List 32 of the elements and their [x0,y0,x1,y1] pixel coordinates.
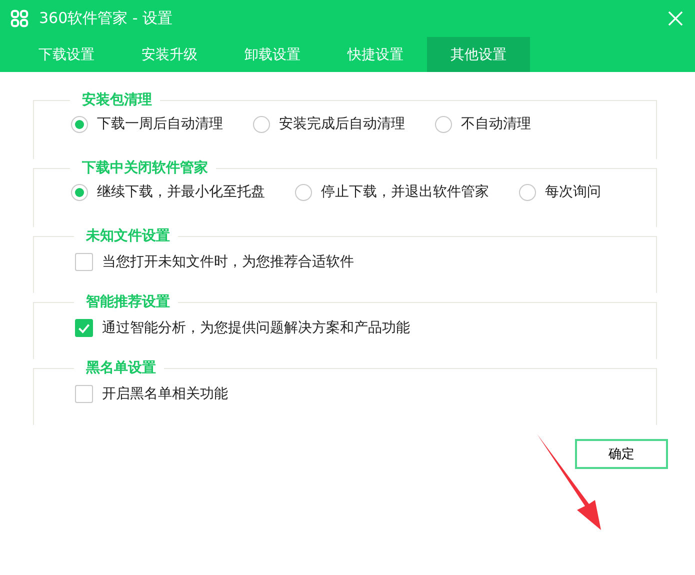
checkbox[interactable] [75,385,93,403]
radio-button[interactable] [435,116,452,132]
tab[interactable]: 下载设置 [15,37,118,72]
option-label: 下载一周后自动清理 [97,115,223,133]
option-label: 停止下载，并退出软件管家 [321,183,489,201]
checkbox[interactable] [75,253,93,271]
section-title: 下载中关闭软件管家 [81,159,209,177]
section-title: 黑名单设置 [85,359,157,377]
ok-button[interactable]: 确定 [575,439,668,469]
radio-button[interactable] [295,184,312,200]
app-logo-icon [10,9,29,28]
radio-button[interactable] [71,184,88,200]
option-label: 开启黑名单相关功能 [102,385,228,403]
option-label: 继续下载，并最小化至托盘 [97,183,265,201]
checkbox[interactable] [75,319,93,337]
option-label: 通过智能分析，为您提供问题解决方案和产品功能 [102,319,410,337]
tab[interactable]: 快捷设置 [324,37,427,72]
radio-button[interactable] [519,184,536,200]
option-label: 不自动清理 [461,115,531,133]
option-label: 安装完成后自动清理 [279,115,405,133]
section-title: 智能推荐设置 [85,293,171,311]
window-title: 360软件管家 - 设置 [39,9,174,28]
option-label: 每次询问 [545,183,601,201]
section-title: 安装包清理 [81,91,153,109]
radio-button[interactable] [71,116,88,132]
tab[interactable]: 安装升级 [118,37,221,72]
option-label: 当您打开未知文件时，为您推荐合适软件 [102,253,354,271]
close-icon[interactable] [668,11,683,26]
radio-button[interactable] [253,116,270,132]
section-title: 未知文件设置 [84,227,171,245]
tab[interactable]: 其他设置 [427,37,530,72]
tab[interactable]: 卸载设置 [221,37,324,72]
